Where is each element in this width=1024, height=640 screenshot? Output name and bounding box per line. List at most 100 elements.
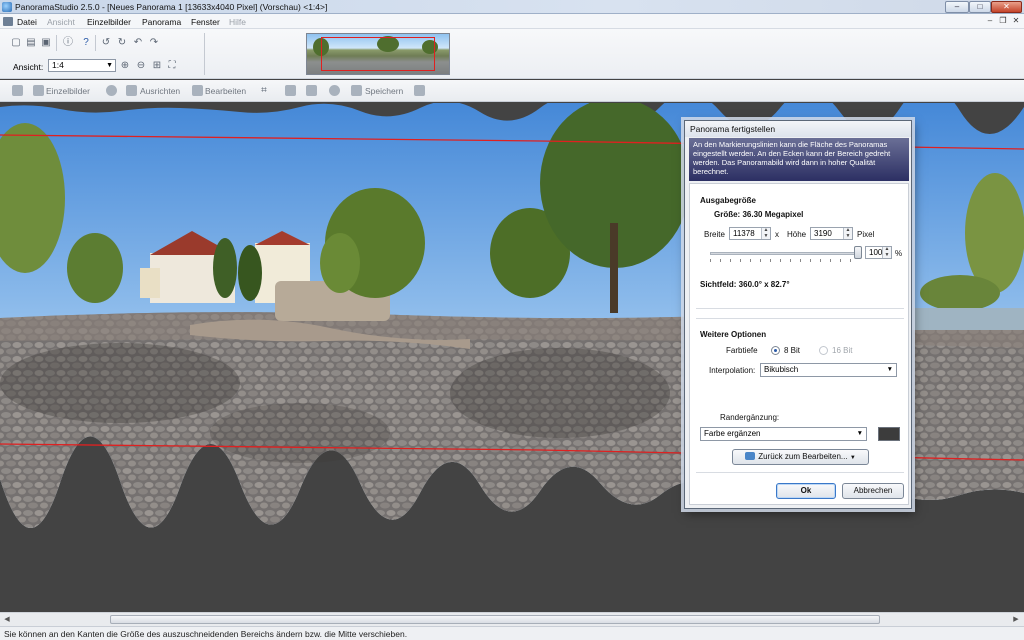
section-divider: [696, 472, 904, 473]
einzelbilder-button[interactable]: Einzelbilder: [46, 86, 90, 96]
main-toolbar: ▢ ▤ ▣ ⓘ ? ↺ ↻ ↶ ↷ Ansicht: 1:4 ▼ ⊕ ⊖ ⊞ ⛶: [0, 29, 1024, 79]
spin-arrows-icon[interactable]: ▲ ▼: [882, 246, 891, 258]
disk-icon: [351, 85, 362, 96]
radio-8bit-label: 8 Bit: [784, 346, 801, 355]
import-icon[interactable]: [12, 85, 23, 96]
redo-icon[interactable]: ↷: [148, 37, 160, 49]
zoom-in-icon[interactable]: ⊕: [119, 60, 131, 72]
undo-icon[interactable]: ↶: [132, 37, 144, 49]
view-zoom-value: 1:4: [52, 60, 64, 70]
crop-icon[interactable]: ⌗: [258, 85, 270, 97]
bearbeiten-button[interactable]: Bearbeiten: [205, 86, 246, 96]
menu-panorama[interactable]: Panorama: [142, 17, 181, 27]
radio-16bit-label: 16 Bit: [832, 346, 853, 355]
minimize-button[interactable]: –: [945, 1, 969, 13]
speichern-button[interactable]: Speichern: [365, 86, 403, 96]
menu-datei[interactable]: Datei: [17, 17, 37, 27]
field-of-view: Sichtfeld: 360.0° x 82.7°: [700, 280, 790, 289]
fullscreen-icon[interactable]: ⛶: [166, 60, 178, 72]
status-bar: Sie können an den Kanten die Größe des a…: [0, 626, 1024, 640]
color-depth-label: Farbtiefe: [726, 346, 758, 355]
child-restore-icon[interactable]: ❐: [997, 16, 1009, 27]
scale-percent-input[interactable]: 100 ▲ ▼: [865, 246, 892, 259]
edit-icon: [192, 85, 203, 96]
interpolation-label: Interpolation:: [709, 366, 756, 375]
spin-arrows-icon[interactable]: ▲ ▼: [843, 227, 852, 239]
fill-color-swatch[interactable]: [878, 427, 900, 441]
child-close-icon[interactable]: ✕: [1010, 16, 1022, 27]
ausrichten-button[interactable]: Ausrichten: [140, 86, 180, 96]
child-minimize-icon[interactable]: –: [984, 16, 996, 27]
document-icon[interactable]: [3, 17, 13, 26]
zoom-fit-icon[interactable]: ⊞: [151, 60, 163, 72]
dialog-info-text: An den Markierungslinien kann die Fläche…: [689, 138, 909, 181]
align-icon: [126, 85, 137, 96]
help-icon[interactable]: ?: [80, 37, 92, 49]
edge-fill-label: Randergänzung:: [720, 413, 780, 422]
horizontal-scrollbar[interactable]: ◀ ▶: [0, 612, 1024, 626]
print-icon[interactable]: [306, 85, 317, 96]
height-label: Höhe: [787, 230, 807, 239]
zoom-out-icon[interactable]: ⊖: [135, 60, 147, 72]
scale-value: 100: [869, 248, 883, 257]
scale-slider-track[interactable]: [710, 252, 860, 255]
toolbar-separator: [204, 33, 205, 75]
percent-label: %: [895, 249, 903, 258]
chevron-down-icon: ▼: [886, 366, 893, 373]
scroll-left-icon[interactable]: ◀: [1, 614, 13, 625]
export-icon[interactable]: [285, 85, 296, 96]
menu-bar: Datei Ansicht Einzelbilder Panorama Fens…: [0, 14, 1024, 29]
ok-button[interactable]: Ok: [776, 483, 836, 499]
scrollbar-thumb[interactable]: [110, 615, 880, 624]
menu-hilfe[interactable]: Hilfe: [229, 17, 246, 27]
navigator-view-rectangle[interactable]: [321, 37, 435, 71]
cancel-button[interactable]: Abbrechen: [842, 483, 904, 499]
rotate-right-icon[interactable]: ↻: [116, 37, 128, 49]
edge-fill-value: Farbe ergänzen: [704, 429, 761, 438]
times-label: x: [775, 230, 779, 239]
maximize-button[interactable]: □: [969, 1, 991, 13]
stitch-icon[interactable]: [106, 85, 117, 96]
back-arrow-icon: [745, 452, 756, 460]
width-value: 11378: [733, 229, 755, 238]
radio-16bit[interactable]: [819, 346, 828, 355]
size-megapixel: Größe: 36.30 Megapixel: [714, 210, 804, 219]
share-icon[interactable]: [414, 85, 425, 96]
scale-slider-ticks: [710, 259, 860, 262]
window-title: PanoramaStudio 2.5.0 - [Neues Panorama 1…: [15, 2, 328, 12]
menu-fenster[interactable]: Fenster: [191, 17, 220, 27]
dialog-content: Ausgabegröße Größe: 36.30 Megapixel Brei…: [689, 183, 909, 505]
scale-slider-thumb[interactable]: [854, 246, 862, 259]
open-folder-icon[interactable]: ▤: [25, 37, 37, 49]
output-size-title: Ausgabegröße: [700, 196, 757, 205]
spin-arrows-icon[interactable]: ▲ ▼: [761, 227, 770, 239]
height-value: 3190: [814, 229, 832, 238]
width-label: Breite: [704, 230, 725, 239]
interpolation-value: Bikubisch: [764, 365, 799, 374]
width-input[interactable]: 11378 ▲ ▼: [729, 227, 771, 240]
section-divider: [696, 318, 904, 319]
save-icon[interactable]: ▣: [40, 37, 52, 49]
scroll-right-icon[interactable]: ▶: [1010, 614, 1022, 625]
refresh-icon[interactable]: [329, 85, 340, 96]
info-icon[interactable]: ⓘ: [62, 37, 74, 49]
close-button[interactable]: ✕: [991, 1, 1022, 13]
menu-einzelbilder[interactable]: Einzelbilder: [87, 17, 131, 27]
menu-ansicht[interactable]: Ansicht: [47, 17, 75, 27]
section-divider: [696, 308, 904, 309]
height-input[interactable]: 3190 ▲ ▼: [810, 227, 853, 240]
app-icon: [2, 2, 12, 12]
edge-fill-select[interactable]: Farbe ergänzen ▼: [700, 427, 867, 441]
pixel-label: Pixel: [857, 230, 875, 239]
panorama-navigator-thumbnail[interactable]: [306, 33, 450, 75]
interpolation-select[interactable]: Bikubisch ▼: [760, 363, 897, 377]
images-icon: [33, 85, 44, 96]
radio-8bit[interactable]: [771, 346, 780, 355]
chevron-down-icon: ▼: [856, 430, 863, 437]
new-file-icon[interactable]: ▢: [10, 37, 22, 49]
view-zoom-select[interactable]: 1:4 ▼: [48, 59, 116, 72]
rotate-left-icon[interactable]: ↺: [100, 37, 112, 49]
view-label: Ansicht:: [13, 62, 44, 72]
toolbar-separator: [56, 35, 57, 51]
back-to-edit-button[interactable]: Zurück zum Bearbeiten... ▼: [732, 449, 869, 465]
